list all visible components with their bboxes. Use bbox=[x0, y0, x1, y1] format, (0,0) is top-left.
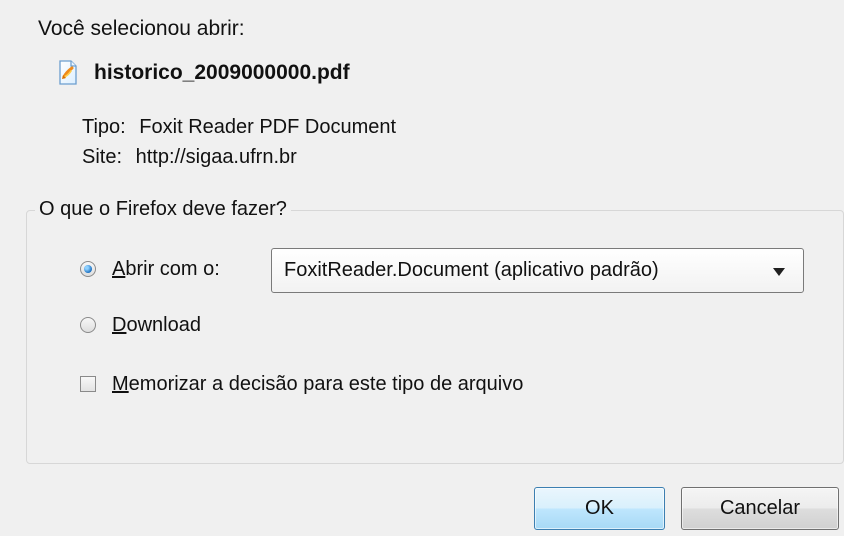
download-label: Download bbox=[112, 311, 201, 339]
file-row: historico_2009000000.pdf bbox=[54, 59, 350, 87]
action-group-title: O que o Firefox deve fazer? bbox=[35, 195, 291, 223]
remember-decision-label: Memorizar a decisão para este tipo de ar… bbox=[112, 370, 523, 398]
application-select[interactable]: FoxitReader.Document (aplicativo padrão) bbox=[271, 248, 804, 293]
application-select-value: FoxitReader.Document (aplicativo padrão) bbox=[284, 259, 659, 281]
intro-text: Você selecionou abrir: bbox=[38, 17, 245, 40]
file-site-value: http://sigaa.ufrn.br bbox=[135, 146, 297, 168]
file-name: historico_2009000000.pdf bbox=[94, 61, 350, 84]
file-site-label: Site: bbox=[82, 146, 123, 168]
file-site-row: Site: http://sigaa.ufrn.br bbox=[82, 143, 297, 171]
remember-decision-checkbox[interactable] bbox=[80, 376, 96, 392]
remember-decision-option[interactable]: Memorizar a decisão para este tipo de ar… bbox=[80, 370, 523, 398]
file-type-label: Tipo: bbox=[82, 116, 126, 138]
file-type-value: Foxit Reader PDF Document bbox=[139, 116, 397, 138]
open-with-label-rest: brir com o: bbox=[125, 258, 220, 280]
open-with-label: Abrir com o: bbox=[112, 255, 220, 283]
remember-decision-hotkey: M bbox=[112, 373, 129, 395]
pdf-file-icon bbox=[59, 60, 77, 85]
file-type-row: Tipo: Foxit Reader PDF Document bbox=[82, 113, 396, 141]
open-with-option[interactable]: Abrir com o: bbox=[80, 255, 220, 283]
chevron-down-icon bbox=[773, 267, 785, 276]
open-with-hotkey: A bbox=[112, 258, 126, 280]
cancel-button[interactable]: Cancelar bbox=[681, 487, 839, 530]
download-option[interactable]: Download bbox=[80, 311, 201, 339]
download-hotkey: D bbox=[112, 314, 127, 336]
open-with-radio[interactable] bbox=[80, 261, 96, 277]
remember-decision-label-rest: emorizar a decisão para este tipo de arq… bbox=[128, 373, 524, 395]
download-radio[interactable] bbox=[80, 317, 96, 333]
download-label-rest: ownload bbox=[126, 314, 201, 336]
ok-button[interactable]: OK bbox=[534, 487, 665, 530]
